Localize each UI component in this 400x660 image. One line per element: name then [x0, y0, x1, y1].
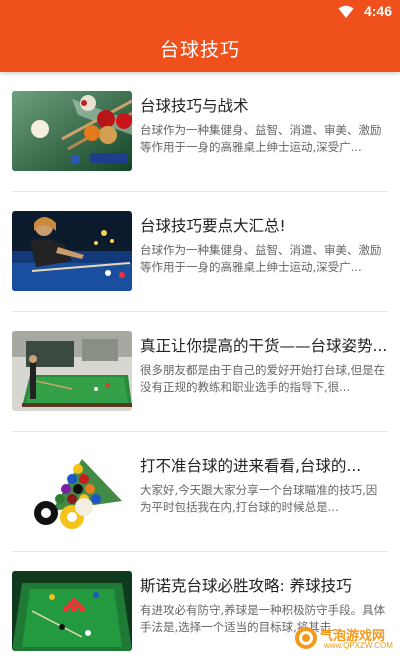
article-item[interactable]: 台球技巧要点大汇总! 台球作为一种集健身、益智、消遣、审美、激励等作用于一身的高…	[12, 192, 388, 312]
article-summary: 台球作为一种集健身、益智、消遣、审美、激励等作用于一身的高雅桌上绅士运动,深受广…	[140, 243, 382, 274]
article-thumbnail	[12, 451, 132, 531]
article-title: 台球技巧与战术	[140, 97, 249, 115]
article-summary: 很多朋友都是由于自己的爱好开始打台球,但是在没有正规的教练和职业选手的指导下,很…	[140, 363, 386, 394]
app-bar: 台球技巧	[0, 24, 400, 72]
article-thumbnail	[12, 91, 132, 171]
article-thumbnail	[12, 331, 132, 411]
article-item[interactable]: 打不准台球的进来看看,台球的... 大家好,今天跟大家分享一个台球瞄准的技巧,因…	[12, 432, 388, 552]
bubble-logo-icon	[295, 627, 317, 649]
article-title: 真正让你提高的干货——台球姿势...	[140, 337, 388, 355]
watermark-url: www.QPXZW.COM	[324, 641, 393, 650]
site-watermark: 气泡游戏网 www.QPXZW.COM	[294, 624, 394, 654]
article-thumbnail	[12, 571, 132, 651]
page-title: 台球技巧	[159, 39, 240, 61]
article-title: 打不准台球的进来看看,台球的...	[140, 457, 362, 475]
status-bar: 4:46	[0, 0, 400, 24]
article-thumbnail	[12, 211, 132, 291]
article-summary: 大家好,今天跟大家分享一个台球瞄准的技巧,因为平时包括我在内,打台球的时候总是.…	[140, 483, 378, 514]
article-title: 斯诺克台球必胜攻略: 养球技巧	[140, 577, 352, 595]
wifi-icon	[338, 5, 354, 18]
article-summary: 台球作为一种集健身、益智、消遣、审美、激励等作用于一身的高雅桌上绅士运动,深受广…	[140, 123, 382, 154]
article-item[interactable]: 真正让你提高的干货——台球姿势... 很多朋友都是由于自己的爱好开始打台球,但是…	[12, 312, 388, 432]
article-title: 台球技巧要点大汇总!	[140, 217, 286, 235]
article-list: 台球技巧与战术 台球作为一种集健身、益智、消遣、审美、激励等作用于一身的高雅桌上…	[0, 72, 400, 660]
status-time: 4:46	[363, 3, 392, 19]
article-item[interactable]: 台球技巧与战术 台球作为一种集健身、益智、消遣、审美、激励等作用于一身的高雅桌上…	[12, 72, 388, 192]
